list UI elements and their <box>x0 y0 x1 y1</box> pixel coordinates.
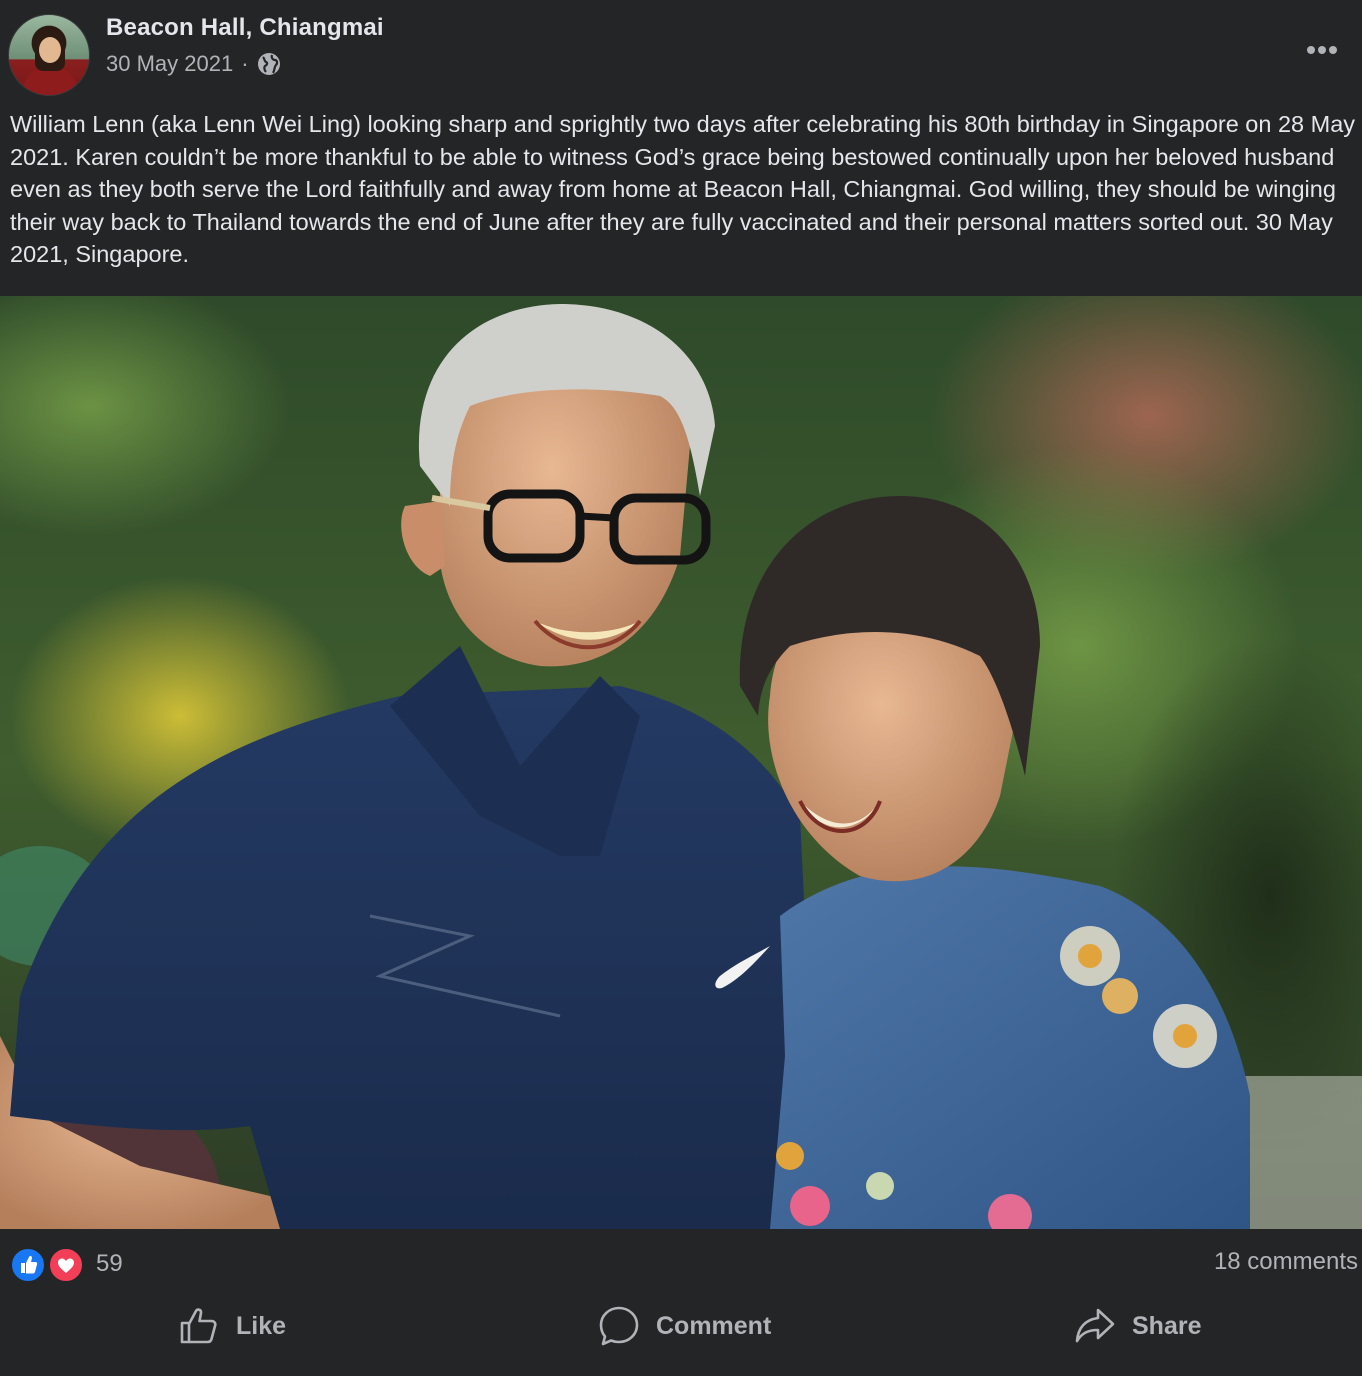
like-label: Like <box>236 1311 287 1340</box>
post-meta: 30 May 2021 · <box>106 51 281 77</box>
reaction-icons <box>10 1244 90 1284</box>
comment-button[interactable]: Comment <box>598 1296 771 1356</box>
post-photo[interactable] <box>0 296 1362 1229</box>
like-icon <box>10 1247 46 1283</box>
post-actions: Like Comment Share <box>0 1296 1362 1356</box>
post-caption: William Lenn (aka Lenn Wei Ling) looking… <box>10 111 1356 267</box>
post-header: Beacon Hall, Chiangmai 30 May 2021 · <box>0 0 1362 100</box>
page-avatar[interactable] <box>8 14 90 96</box>
comment-bubble-icon <box>598 1305 640 1347</box>
facebook-post: Beacon Hall, Chiangmai 30 May 2021 · Wil… <box>0 0 1362 1376</box>
share-arrow-icon <box>1074 1305 1116 1347</box>
love-icon <box>48 1247 84 1283</box>
reaction-count: 59 <box>96 1250 123 1277</box>
reactions-summary[interactable]: 59 <box>10 1244 123 1284</box>
post-date[interactable]: 30 May 2021 <box>106 51 233 77</box>
globe-icon <box>257 52 281 76</box>
comment-label: Comment <box>656 1311 772 1340</box>
page-name-link[interactable]: Beacon Hall, Chiangmai <box>106 14 384 42</box>
comments-count-link[interactable]: 18 comments <box>1214 1248 1358 1276</box>
thumbs-up-icon <box>178 1305 220 1347</box>
share-label: Share <box>1132 1311 1202 1340</box>
share-button[interactable]: Share <box>1074 1296 1201 1356</box>
like-button[interactable]: Like <box>178 1296 286 1356</box>
more-options-icon[interactable] <box>1302 36 1342 64</box>
meta-separator: · <box>241 51 249 76</box>
